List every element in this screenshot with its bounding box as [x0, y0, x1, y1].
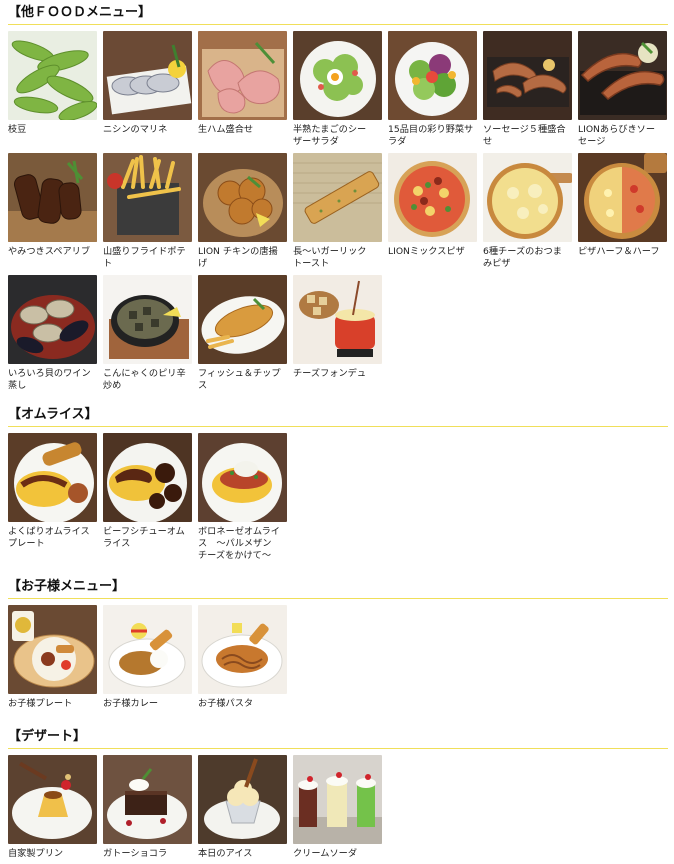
section-title: 【他ＦＯＯＤメニュー】	[8, 4, 668, 25]
menu-item-label: クリームソーダ	[293, 848, 358, 859]
french-fries-icon[interactable]	[103, 153, 192, 242]
menu-item[interactable]: お子様カレー	[103, 605, 192, 710]
cream-soda-icon[interactable]	[293, 755, 382, 844]
menu-item-label: お子様プレート	[8, 698, 73, 709]
edamame-icon[interactable]	[8, 31, 97, 120]
menu-item[interactable]: 長～いガーリック トースト	[293, 153, 382, 270]
omurice-plate-icon[interactable]	[8, 433, 97, 522]
menu-item[interactable]: フィッシュ＆チップ ス	[198, 275, 287, 392]
menu-item-label: 15品目の彩り野菜サ ラダ	[388, 124, 474, 147]
vegetable-salad-icon[interactable]	[388, 31, 477, 120]
menu-item[interactable]: 半熟たまごのシー ザーサラダ	[293, 31, 382, 148]
menu-item-label: 長～いガーリック トースト	[293, 246, 367, 269]
menu-item-label: 枝豆	[8, 124, 27, 135]
prosciutto-platter-icon[interactable]	[198, 31, 287, 120]
menu-item-label: 自家製プリン	[8, 848, 64, 859]
bolognese-omurice-icon[interactable]	[198, 433, 287, 522]
menu-item[interactable]: チーズフォンデュ	[293, 275, 382, 380]
menu-item[interactable]: ソーセージ５種盛合 せ	[483, 31, 572, 148]
menu-item[interactable]: LIONあらびきソー セージ	[578, 31, 667, 148]
konjac-stirfry-icon[interactable]	[103, 275, 192, 364]
pudding-icon[interactable]	[8, 755, 97, 844]
menu-item[interactable]: LIONミックスピザ	[388, 153, 477, 258]
menu-item[interactable]: ガトーショコラ	[103, 755, 192, 860]
spare-ribs-icon[interactable]	[8, 153, 97, 242]
menu-item[interactable]: お子様プレート	[8, 605, 97, 710]
gateau-chocolat-icon[interactable]	[103, 755, 192, 844]
menu-item[interactable]: 山盛りフライドポテ ト	[103, 153, 192, 270]
menu-item-label: 半熟たまごのシー ザーサラダ	[293, 124, 367, 147]
menu-item-label: LIONミックスピザ	[388, 246, 465, 257]
beef-stew-omurice-icon[interactable]	[103, 433, 192, 522]
menu-item-label: ニシンのマリネ	[103, 124, 168, 135]
sausage-platter-icon[interactable]	[483, 31, 572, 120]
menu-item-label: よくばりオムライス プレート	[8, 526, 90, 549]
menu-item-label: 生ハム盛合せ	[198, 124, 254, 135]
menu-item-label: 6種チーズのおつま みピザ	[483, 246, 562, 269]
menu-item-label: お子様パスタ	[198, 698, 254, 709]
menu-item-label: やみつきスペアリブ	[8, 246, 91, 257]
menu-item-label: ビーフシチューオム ライス	[103, 526, 185, 549]
menu-item[interactable]: 生ハム盛合せ	[198, 31, 287, 136]
menu-item-label: フィッシュ＆チップ ス	[198, 368, 281, 391]
fried-chicken-icon[interactable]	[198, 153, 287, 242]
section-title: 【オムライス】	[8, 406, 668, 427]
menu-item-label: ガトーショコラ	[103, 848, 168, 859]
menu-item-label: LIONあらびきソー セージ	[578, 124, 656, 147]
kids-plate-icon[interactable]	[8, 605, 97, 694]
section-title: 【デザート】	[8, 728, 668, 749]
menu-item[interactable]: 6種チーズのおつま みピザ	[483, 153, 572, 270]
coarse-sausage-icon[interactable]	[578, 31, 667, 120]
herring-marinade-icon[interactable]	[103, 31, 192, 120]
menu-item-label: ボロネーゼオムライ ス ～パルメザン チーズをかけて～	[198, 526, 280, 561]
menu-item-label: 山盛りフライドポテ ト	[103, 246, 186, 269]
menu-item-label: お子様カレー	[103, 698, 159, 709]
menu-item[interactable]: お子様パスタ	[198, 605, 287, 710]
half-half-pizza-icon[interactable]	[578, 153, 667, 242]
menu-item[interactable]: 本日のアイス	[198, 755, 287, 860]
shellfish-wine-icon[interactable]	[8, 275, 97, 364]
menu-item[interactable]: 15品目の彩り野菜サ ラダ	[388, 31, 477, 148]
caesar-salad-icon[interactable]	[293, 31, 382, 120]
menu-item-label: ソーセージ５種盛合 せ	[483, 124, 566, 147]
menu-item-label: こんにゃくのピリ辛 炒め	[103, 368, 186, 391]
section-title: 【お子様メニュー】	[8, 578, 668, 599]
ice-cream-icon[interactable]	[198, 755, 287, 844]
menu-item-label: LION チキンの唐揚 げ	[198, 246, 278, 269]
menu-item[interactable]: 自家製プリン	[8, 755, 97, 860]
menu-item-label: ピザハーフ＆ハーフ	[578, 246, 660, 257]
menu-page: 【他ＦＯＯＤメニュー】枝豆 ニシンのマリネ 生ハム盛合せ 半熟たまごのシー ザーサラダ…	[0, 0, 674, 864]
menu-item[interactable]: 枝豆	[8, 31, 97, 136]
menu-item[interactable]: よくばりオムライス プレート	[8, 433, 97, 550]
menu-item[interactable]: ボロネーゼオムライ ス ～パルメザン チーズをかけて～	[198, 433, 287, 562]
kids-curry-icon[interactable]	[103, 605, 192, 694]
garlic-toast-icon[interactable]	[293, 153, 382, 242]
menu-item[interactable]: ビーフシチューオム ライス	[103, 433, 192, 550]
menu-item[interactable]: こんにゃくのピリ辛 炒め	[103, 275, 192, 392]
menu-item[interactable]: クリームソーダ	[293, 755, 382, 860]
kids-pasta-icon[interactable]	[198, 605, 287, 694]
menu-item-label: 本日のアイス	[198, 848, 253, 859]
menu-item-label: チーズフォンデュ	[293, 368, 367, 379]
menu-item[interactable]: ピザハーフ＆ハーフ	[578, 153, 667, 258]
menu-item[interactable]: ニシンのマリネ	[103, 31, 192, 136]
cheese-fondue-icon[interactable]	[293, 275, 382, 364]
menu-item-label: いろいろ貝のワイン 蒸し	[8, 368, 91, 391]
menu-item[interactable]: いろいろ貝のワイン 蒸し	[8, 275, 97, 392]
fish-and-chips-icon[interactable]	[198, 275, 287, 364]
mix-pizza-icon[interactable]	[388, 153, 477, 242]
menu-item[interactable]: LION チキンの唐揚 げ	[198, 153, 287, 270]
cheese-pizza-icon[interactable]	[483, 153, 572, 242]
menu-item[interactable]: やみつきスペアリブ	[8, 153, 97, 258]
